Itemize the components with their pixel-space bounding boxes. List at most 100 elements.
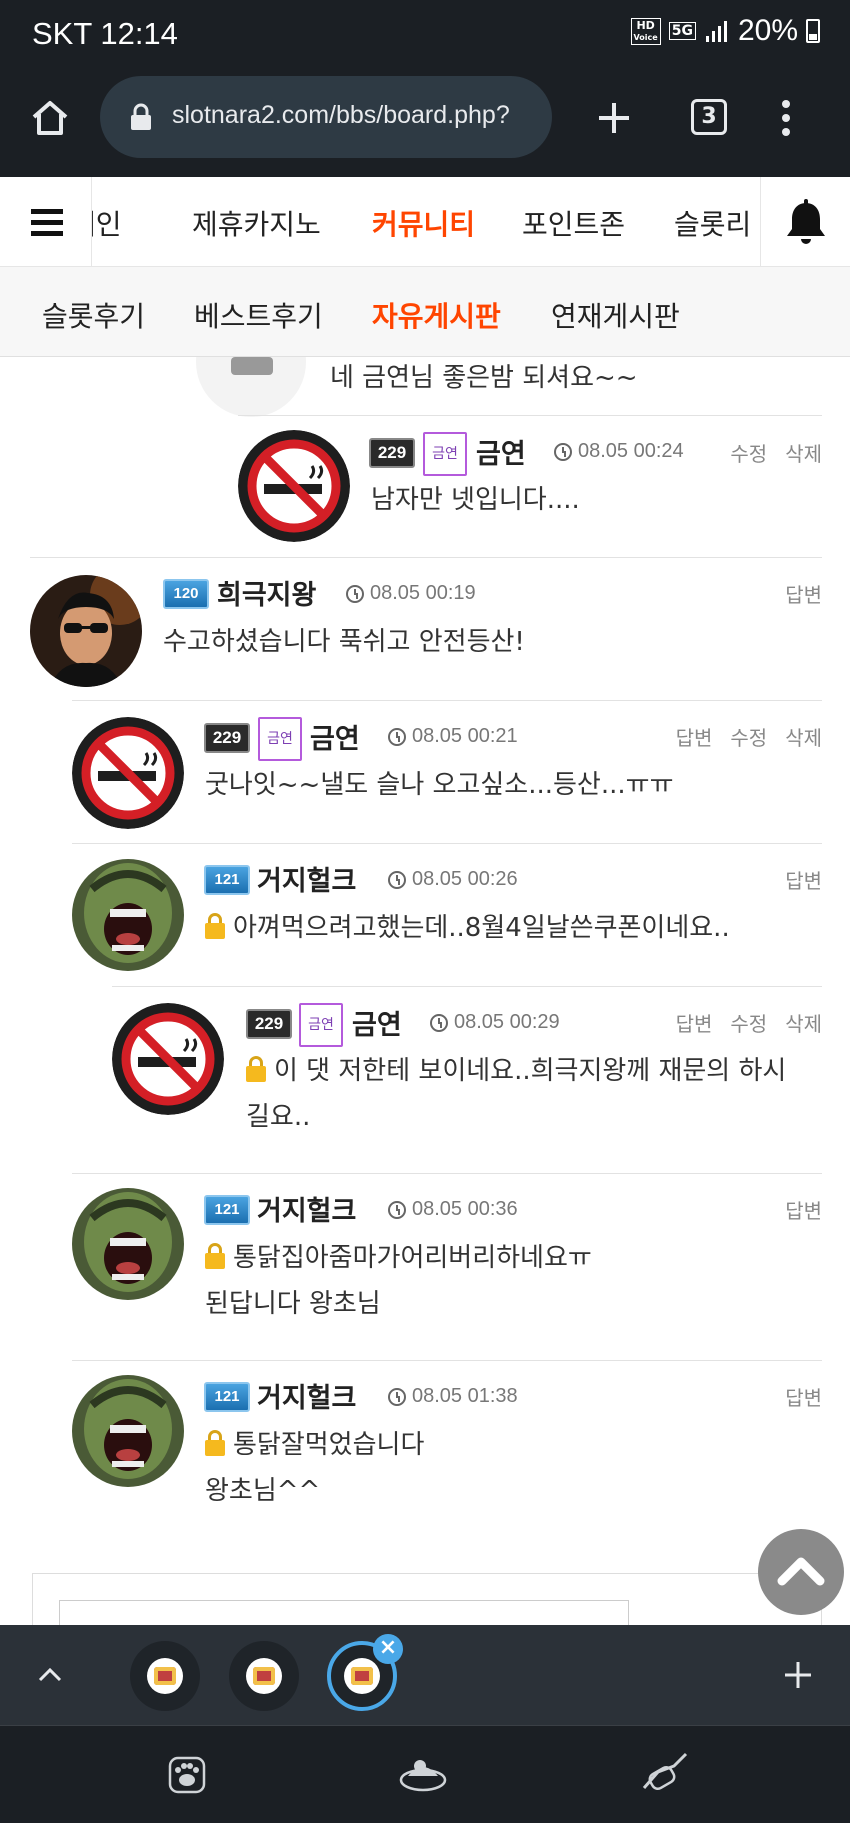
home-icon[interactable] — [30, 98, 70, 138]
author-name[interactable]: 금연 — [352, 1003, 402, 1042]
hd-voice-icon: HD Voice — [630, 17, 661, 45]
comment-item: 120 희극지왕 08.05 00:19 답변 수고하셨습니다 푹쉬고 안전등산… — [30, 557, 822, 700]
author-name[interactable]: 금연 — [476, 432, 526, 471]
chevron-up-icon[interactable] — [36, 1661, 64, 1689]
bottom-navigation — [0, 1725, 850, 1823]
reply-link[interactable]: 답변 — [676, 1008, 713, 1037]
clock-icon — [388, 727, 406, 746]
clock-icon — [346, 584, 364, 603]
url-text[interactable]: slotnara2.com/bbs/board.php? — [172, 101, 532, 130]
slot-favicon-icon — [344, 1658, 380, 1694]
no-smoking-avatar — [238, 430, 350, 542]
user-badge: 금연 — [258, 717, 302, 761]
comment-actions: 답변 수정 삭제 — [676, 1008, 822, 1037]
reply-link[interactable]: 답변 — [785, 1195, 822, 1224]
reply-link[interactable]: 답변 — [785, 1382, 822, 1411]
author-name[interactable]: 거지헐크 — [257, 1189, 356, 1228]
site-navigation: 메인 제휴카지노 커뮤니티 포인트존 슬롯리 — [0, 177, 850, 267]
clock-icon — [388, 870, 406, 889]
tab-serial-board[interactable]: 연재게시판 — [551, 295, 680, 335]
status-time: SKT 12:14 — [32, 16, 178, 51]
comment-item: 229 금연 금연 08.05 00:21 답변 수정 삭제 굿나잇~~낼도 슬… — [72, 700, 822, 843]
clock-icon — [388, 1387, 406, 1406]
tab-strip — [0, 1625, 850, 1725]
nav-item-partner-casino[interactable]: 제휴카지노 — [192, 203, 321, 243]
address-bar[interactable]: slotnara2.com/bbs/board.php? — [100, 76, 552, 158]
reply-link[interactable]: 답변 — [785, 579, 822, 608]
comment-item: 121 거지헐크 08.05 00:36 답변 통닭집아줌마가어리버리하네요ㅠ … — [72, 1173, 822, 1360]
nav-item-community[interactable]: 커뮤니티 — [372, 203, 475, 243]
tab-free-board[interactable]: 자유게시판 — [372, 295, 501, 335]
plus-icon[interactable] — [782, 1659, 814, 1691]
status-bar: SKT 12:14 HD Voice 5G 20% — [0, 0, 850, 72]
level-badge: 120 — [163, 579, 209, 609]
comment-actions: 답변 — [785, 579, 822, 608]
comment-form — [32, 1573, 822, 1640]
comment-item: 121 거지헐크 08.05 01:38 답변 통닭잘먹었습니다 왕초님^^ — [72, 1360, 822, 1547]
hulk-avatar — [72, 1188, 184, 1300]
kebab-menu-icon[interactable] — [779, 98, 793, 138]
tab-switcher-button[interactable]: 3 — [691, 99, 727, 135]
nav-item-main[interactable]: 메인 — [92, 203, 122, 243]
comment-text: 이 댓 저한테 보이네요..희극지왕께 재문의 하시 길요.. — [246, 1056, 787, 1132]
comment-text: 남자만 넷입니다.... — [371, 485, 580, 515]
tab-thumbnail[interactable] — [130, 1641, 200, 1711]
bell-icon[interactable] — [760, 177, 850, 267]
avatar — [30, 575, 142, 687]
comment-item: 229 금연 금연 08.05 00:29 답변 수정 삭제 이 댓 저한테 보… — [112, 986, 822, 1173]
author-name[interactable]: 거지헐크 — [257, 1376, 356, 1415]
user-badge: 금연 — [423, 432, 467, 476]
comment-text: 수고하셨습니다 푹쉬고 안전등산! — [163, 627, 525, 657]
network-5g-icon: 5G — [668, 22, 696, 40]
comment-actions: 답변 — [785, 865, 822, 894]
battery-icon — [806, 19, 820, 43]
author-name[interactable]: 거지헐크 — [257, 859, 356, 898]
no-smoking-avatar — [72, 717, 184, 829]
comment-list: 네 금연님 좋은밤 되셔요~~ 229 금연 금연 08.05 00:24 수정… — [0, 357, 850, 1625]
new-tab-plus-icon[interactable] — [596, 100, 632, 136]
comment-item: 229 금연 금연 08.05 00:24 수정 삭제 남자만 넷입니다.... — [238, 415, 822, 557]
level-badge: 121 — [204, 1195, 250, 1225]
author-name[interactable]: 금연 — [310, 717, 360, 756]
hamburger-menu-icon[interactable] — [0, 177, 92, 267]
clock-icon — [554, 442, 572, 461]
tab-thumbnail[interactable] — [229, 1641, 299, 1711]
level-badge: 121 — [204, 1382, 250, 1412]
close-tab-icon[interactable]: × — [373, 1634, 403, 1664]
clock-icon — [430, 1013, 448, 1032]
signal-icon — [705, 21, 727, 42]
comment-date: 08.05 00:24 — [554, 440, 684, 463]
delete-link[interactable]: 삭제 — [785, 438, 822, 467]
board-tabs: 슬롯후기 베스트후기 자유게시판 연재게시판 — [0, 267, 850, 357]
lock-icon — [246, 1056, 266, 1082]
comment-actions: 답변 수정 삭제 — [676, 722, 822, 751]
cat-bowl-icon[interactable] — [398, 1750, 448, 1796]
comment-item: 네 금연님 좋은밤 되셔요~~ — [0, 357, 850, 417]
level-badge: 229 — [369, 438, 415, 468]
battery-percent: 20% — [737, 14, 798, 47]
status-icons: HD Voice 5G 20% — [630, 14, 820, 48]
cat-icon[interactable] — [640, 1748, 692, 1798]
comment-text: 통닭집아줌마가어리버리하네요ㅠ 된답니다 왕초님 — [205, 1243, 592, 1319]
level-badge: 229 — [204, 723, 250, 753]
delete-link[interactable]: 삭제 — [785, 1008, 822, 1037]
edit-link[interactable]: 수정 — [730, 1008, 767, 1037]
tab-best-reviews[interactable]: 베스트후기 — [194, 295, 323, 335]
slot-favicon-icon — [246, 1658, 282, 1694]
comment-text: 네 금연님 좋은밤 되셔요~~ — [330, 363, 638, 393]
paw-icon[interactable] — [166, 1750, 208, 1796]
delete-link[interactable]: 삭제 — [785, 722, 822, 751]
nav-item-slot[interactable]: 슬롯리 — [674, 203, 751, 243]
tab-slot-reviews[interactable]: 슬롯후기 — [42, 295, 145, 335]
avatar — [196, 357, 306, 417]
reply-link[interactable]: 답변 — [785, 865, 822, 894]
scroll-to-top-button[interactable] — [758, 1529, 844, 1615]
nav-item-point-zone[interactable]: 포인트존 — [522, 203, 625, 243]
comment-date: 08.05 00:29 — [430, 1011, 560, 1034]
author-name[interactable]: 희극지왕 — [217, 573, 316, 612]
comment-date: 08.05 00:26 — [388, 868, 518, 891]
clock-icon — [388, 1200, 406, 1219]
edit-link[interactable]: 수정 — [730, 722, 767, 751]
edit-link[interactable]: 수정 — [730, 438, 767, 467]
reply-link[interactable]: 답변 — [676, 722, 713, 751]
